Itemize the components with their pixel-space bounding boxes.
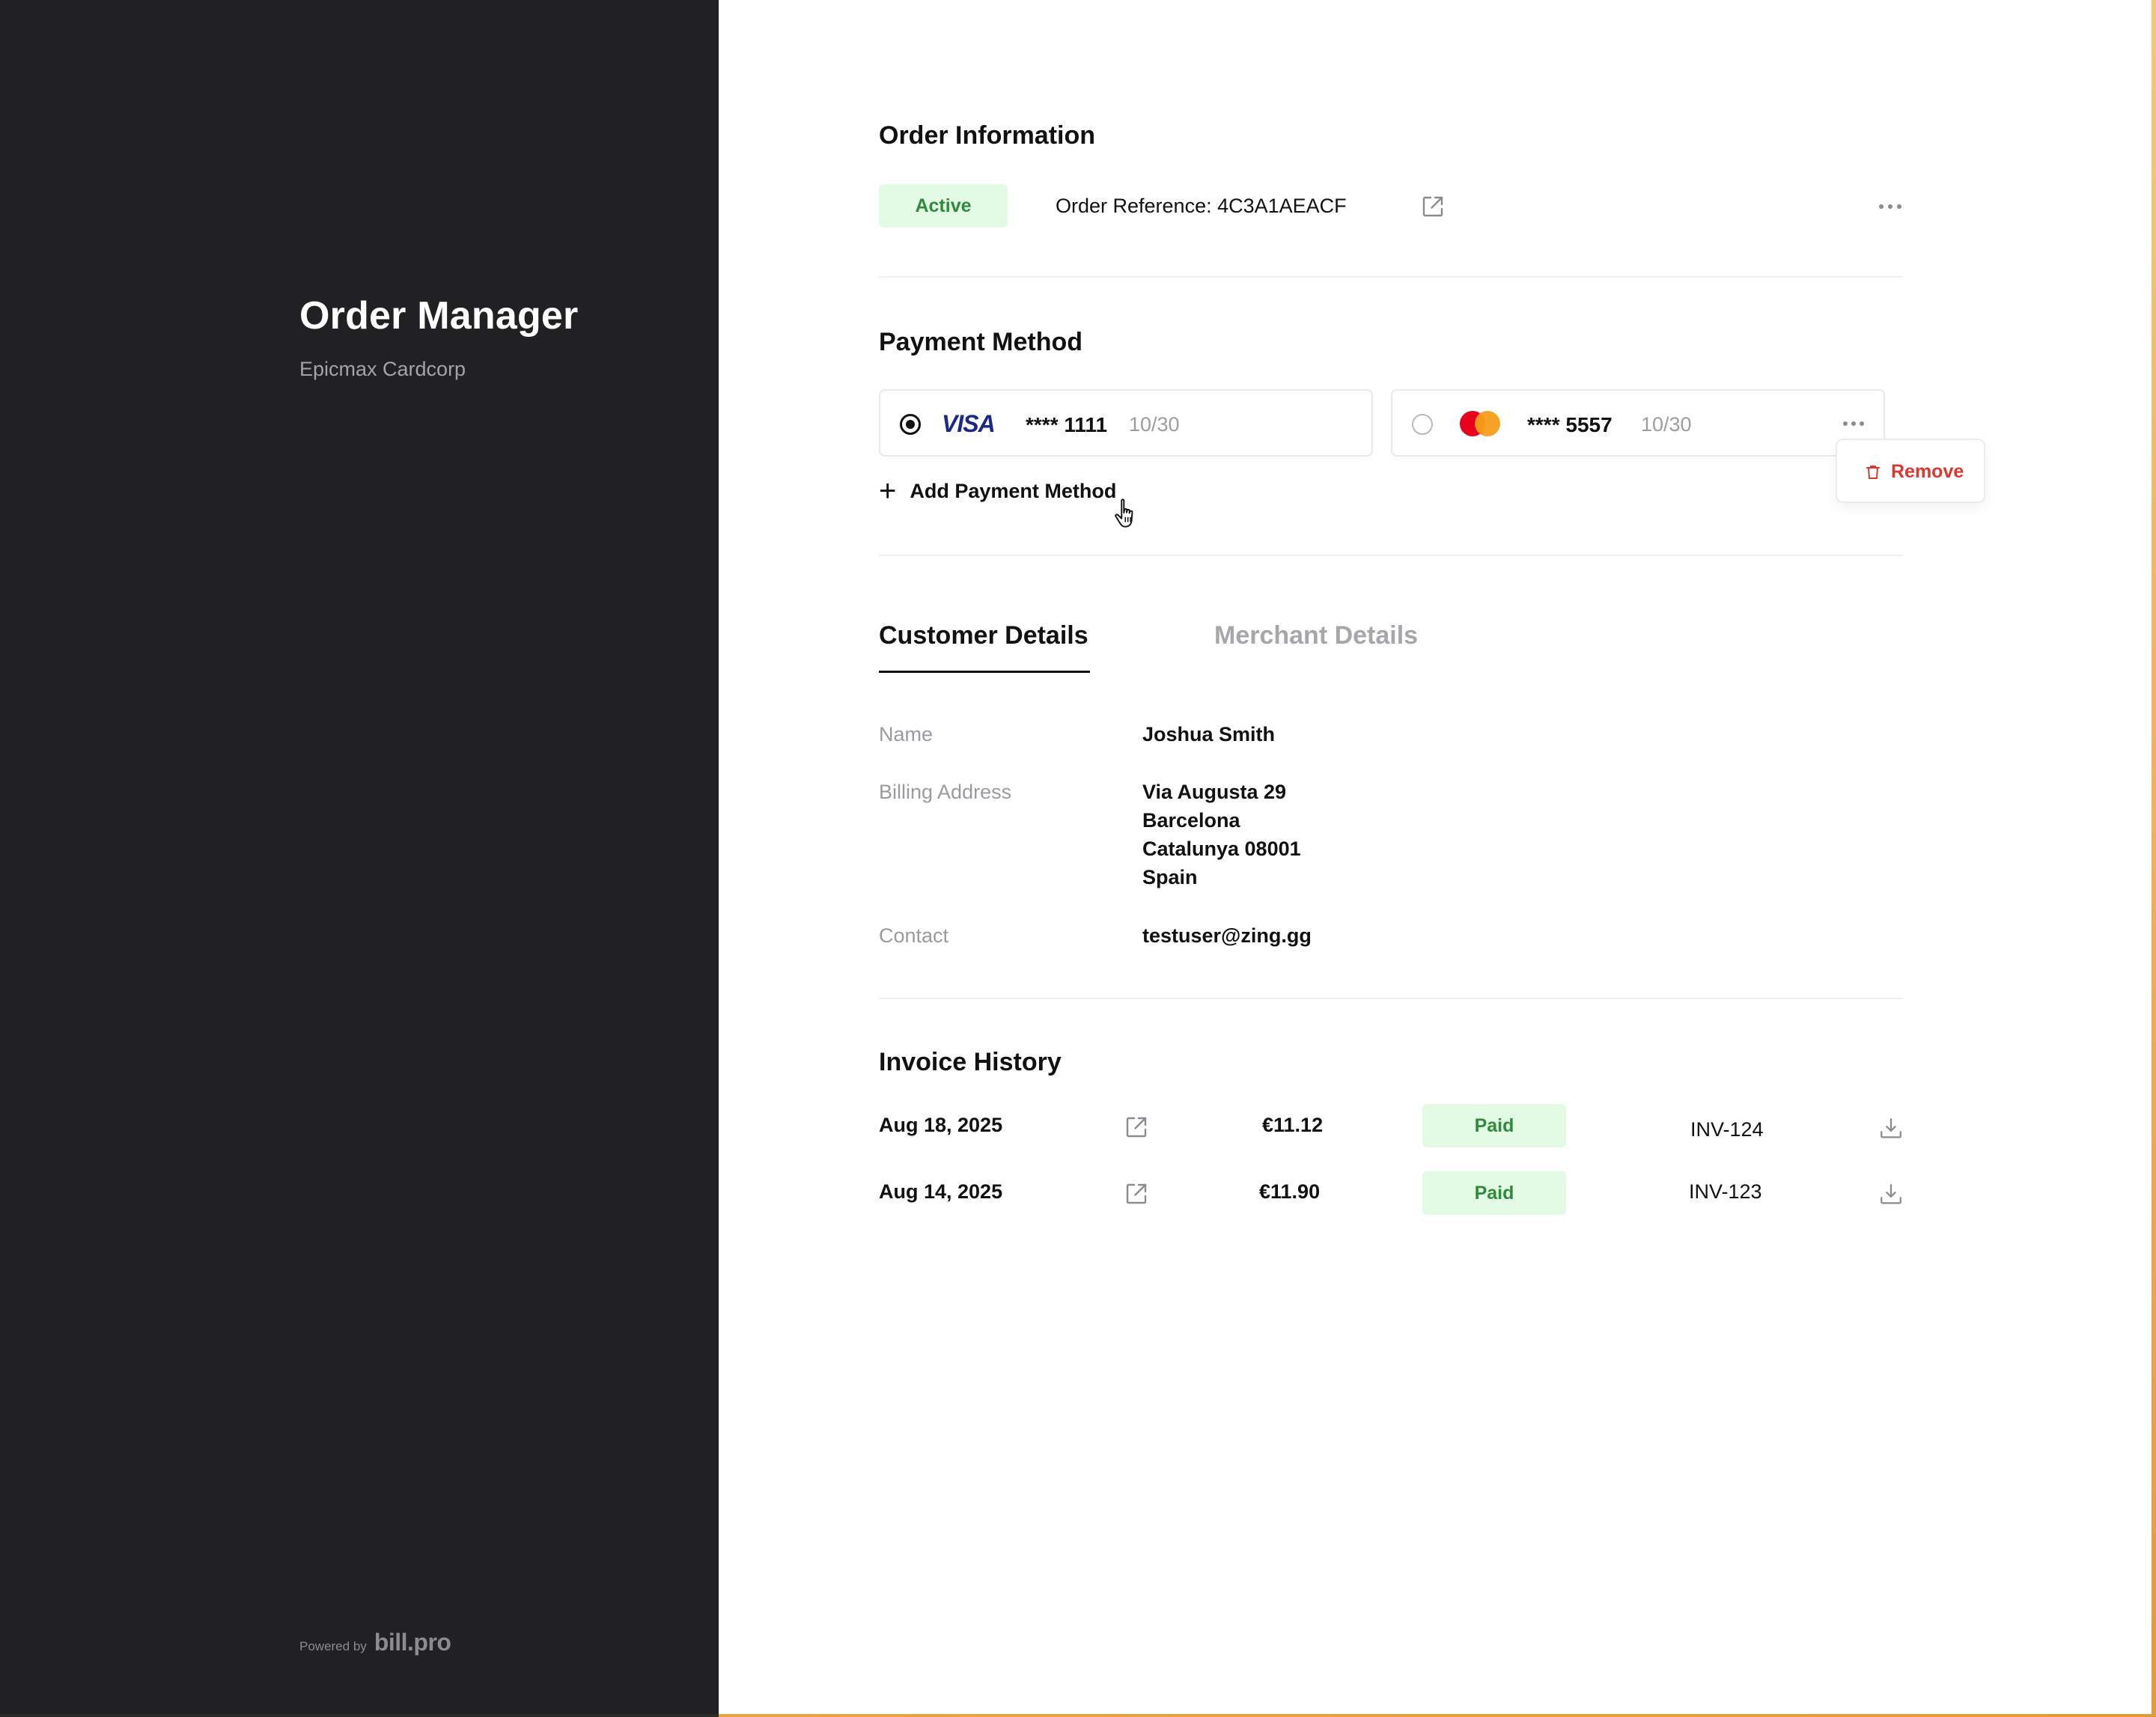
add-payment-method-button[interactable]: + Add Payment Method — [879, 476, 1116, 506]
payment-card-mastercard[interactable]: **** 5557 10/30 — [1391, 389, 1885, 457]
contact-value: testuser@zing.gg — [1142, 924, 1312, 947]
invoice-amount: €11.90 — [1259, 1180, 1321, 1203]
window-edge — [0, 1714, 2156, 1717]
powered-by-label: Powered by — [299, 1639, 367, 1653]
invoice-date: Aug 18, 2025 — [879, 1114, 1003, 1136]
plus-icon: + — [879, 475, 897, 507]
company-name: Epicmax Cardcorp — [299, 358, 466, 380]
window-edge — [2152, 0, 2156, 1717]
billing-address-line: Barcelona — [1142, 809, 1240, 832]
card-actions-menu: Remove — [1836, 439, 1985, 503]
hand-cursor-icon — [1115, 498, 1133, 528]
tab-merchant-details[interactable]: Merchant Details — [1214, 621, 1418, 650]
order-reference: Order Reference: 4C3A1AEACF — [1056, 195, 1347, 217]
download-icon[interactable] — [1876, 1114, 1906, 1144]
payment-card-visa[interactable]: VISA **** 1111 10/30 — [879, 389, 1373, 457]
mastercard-logo — [1460, 411, 1500, 436]
billing-address-label: Billing Address — [879, 781, 1012, 803]
invoice-status-badge: Paid — [1422, 1171, 1566, 1215]
invoice-history-title: Invoice History — [879, 1048, 1062, 1076]
external-link-icon[interactable] — [1121, 1179, 1151, 1209]
name-value: Joshua Smith — [1142, 723, 1276, 745]
invoice-status-badge: Paid — [1422, 1104, 1566, 1147]
order-info-title: Order Information — [879, 121, 1096, 150]
remove-menu-item[interactable]: Remove — [1864, 461, 1964, 483]
sidebar: Order Manager Epicmax Cardcorp Powered b… — [0, 0, 719, 1717]
tab-customer-details[interactable]: Customer Details — [879, 621, 1088, 650]
external-link-icon[interactable] — [1121, 1112, 1151, 1142]
powered-by: Powered by bill.pro — [299, 1629, 451, 1656]
radio-selected[interactable] — [900, 414, 921, 435]
trash-icon — [1866, 465, 1880, 479]
billing-address-line: Catalunya 08001 — [1142, 838, 1301, 860]
payment-method-title: Payment Method — [879, 328, 1083, 356]
divider — [879, 555, 1903, 556]
billing-address-line: Via Augusta 29 — [1142, 781, 1287, 803]
remove-label: Remove — [1891, 461, 1964, 482]
radio-unselected[interactable] — [1412, 414, 1433, 435]
external-link-icon[interactable] — [1418, 192, 1448, 222]
invoice-id: INV-124 — [1690, 1118, 1764, 1141]
active-tab-indicator — [879, 671, 1090, 673]
download-icon[interactable] — [1876, 1180, 1906, 1210]
card-number: **** 5557 — [1527, 413, 1613, 436]
visa-logo: VISA — [942, 410, 996, 437]
app-title: Order Manager — [299, 294, 579, 338]
more-horizontal-icon[interactable] — [1876, 196, 1904, 217]
contact-label: Contact — [879, 924, 949, 947]
card-expiry: 10/30 — [1641, 413, 1692, 436]
card-menu-icon[interactable] — [1840, 415, 1867, 433]
invoice-date: Aug 14, 2025 — [879, 1180, 1003, 1203]
card-number: **** 1111 — [1026, 413, 1108, 436]
order-status-badge: Active — [879, 184, 1008, 228]
card-expiry: 10/30 — [1129, 413, 1180, 436]
invoice-id: INV-123 — [1689, 1180, 1762, 1203]
add-payment-label: Add Payment Method — [910, 479, 1117, 502]
brand-logo[interactable]: bill.pro — [374, 1629, 451, 1656]
invoice-amount: €11.12 — [1262, 1114, 1324, 1136]
divider — [879, 276, 1903, 278]
divider — [879, 998, 1903, 999]
billing-address-line: Spain — [1142, 866, 1198, 888]
name-label: Name — [879, 723, 934, 745]
